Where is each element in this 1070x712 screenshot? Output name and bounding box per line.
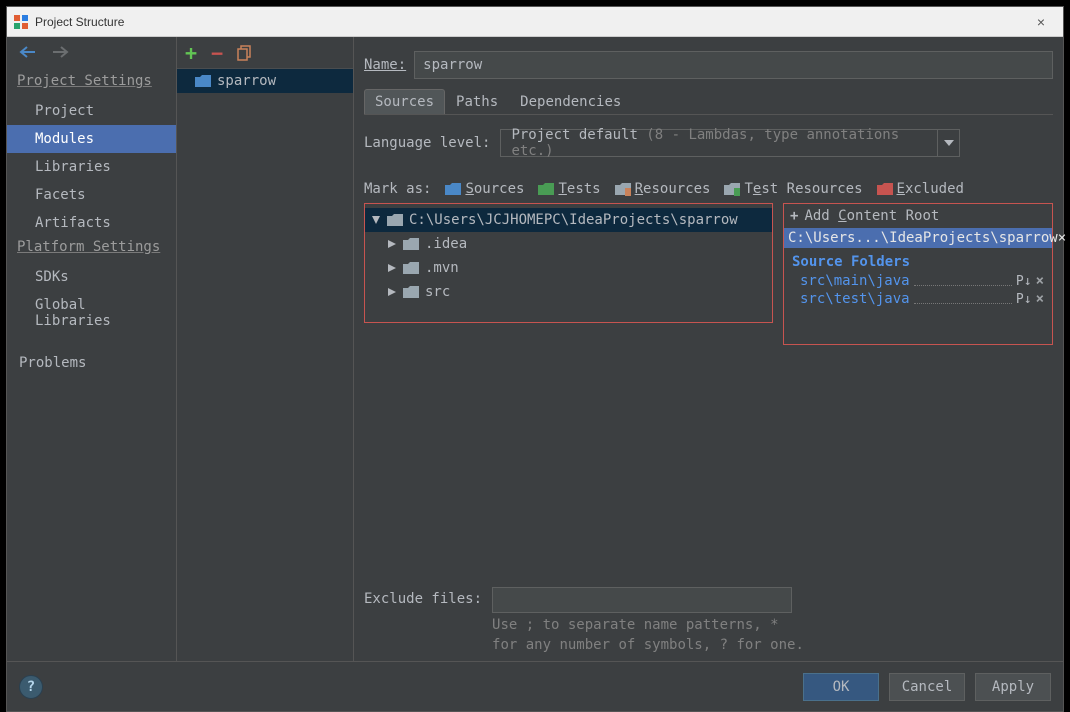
tree-row-idea[interactable]: .idea xyxy=(365,232,772,256)
nav-item-global-libraries[interactable]: Global Libraries xyxy=(7,291,176,335)
content-root-tree[interactable]: C:\Users\JCJHOMEPC\IdeaProjects\sparrow … xyxy=(364,203,773,323)
name-label: Name: xyxy=(364,57,406,73)
language-level-value: Project default (8 - Lambdas, type annot… xyxy=(501,127,936,159)
remove-source-folder-icon[interactable]: × xyxy=(1034,273,1046,289)
nav-item-sdks[interactable]: SDKs xyxy=(7,263,176,291)
remove-content-root-icon[interactable]: × xyxy=(1058,230,1066,246)
package-prefix-icon[interactable]: P↓ xyxy=(1016,292,1032,307)
module-name-input[interactable] xyxy=(414,51,1053,79)
exclude-hint-line2: for any number of symbols, ? for one. xyxy=(492,637,804,653)
folder-test-resources-icon xyxy=(724,182,740,196)
chevron-right-icon[interactable] xyxy=(387,288,397,296)
modules-list-panel: + − sparrow xyxy=(177,37,354,661)
tree-root-label: C:\Users\JCJHOMEPC\IdeaProjects\sparrow xyxy=(409,212,738,228)
content-root-path: C:\Users...\IdeaProjects\sparrow xyxy=(788,230,1058,246)
content-root-panel: + Add Content Root C:\Users...\IdeaProje… xyxy=(783,203,1053,345)
chevron-right-icon[interactable] xyxy=(387,240,397,248)
folder-icon xyxy=(387,213,403,227)
language-level-label: Language level: xyxy=(364,135,490,151)
tree-row-mvn[interactable]: .mvn xyxy=(365,256,772,280)
folder-icon xyxy=(403,261,419,275)
close-icon[interactable]: × xyxy=(1025,12,1057,32)
folder-icon xyxy=(195,74,211,88)
folder-sources-icon xyxy=(445,182,461,196)
tab-paths[interactable]: Paths xyxy=(445,89,509,114)
module-details-panel: Name: Sources Paths Dependencies Languag… xyxy=(354,37,1063,661)
window-title: Project Structure xyxy=(35,15,124,29)
tab-dependencies[interactable]: Dependencies xyxy=(509,89,632,114)
nav-item-project[interactable]: Project xyxy=(7,97,176,125)
package-prefix-icon[interactable]: P↓ xyxy=(1016,274,1032,289)
folder-excluded-icon xyxy=(877,182,893,196)
dialog-footer: ? OK Cancel Apply xyxy=(7,661,1063,711)
nav-item-modules[interactable]: Modules xyxy=(7,125,176,153)
remove-source-folder-icon[interactable]: × xyxy=(1034,291,1046,307)
tree-row-src[interactable]: src xyxy=(365,280,772,304)
mark-chip-excluded[interactable]: Excluded xyxy=(877,181,964,197)
nav-forward-icon xyxy=(51,45,69,59)
project-structure-window: Project Structure × Project Settings Pro… xyxy=(6,6,1064,712)
module-tabs: Sources Paths Dependencies xyxy=(364,89,1053,115)
source-folder-item[interactable]: src\test\java P↓ × xyxy=(784,290,1052,308)
chevron-down-icon[interactable] xyxy=(371,216,381,224)
folder-icon xyxy=(403,285,419,299)
nav-item-problems[interactable]: Problems xyxy=(7,349,176,377)
help-icon[interactable]: ? xyxy=(19,675,43,699)
folder-resources-icon xyxy=(615,182,631,196)
module-item-sparrow[interactable]: sparrow xyxy=(177,69,353,93)
app-icon xyxy=(13,14,29,30)
language-level-select[interactable]: Project default (8 - Lambdas, type annot… xyxy=(500,129,960,157)
tree-root-row[interactable]: C:\Users\JCJHOMEPC\IdeaProjects\sparrow xyxy=(365,208,772,232)
mark-chip-resources[interactable]: Resources xyxy=(615,181,711,197)
ok-button[interactable]: OK xyxy=(803,673,879,701)
source-folder-item[interactable]: src\main\java P↓ × xyxy=(784,272,1052,290)
exclude-files-input[interactable] xyxy=(492,587,792,613)
mark-chip-tests[interactable]: Tests xyxy=(538,181,600,197)
modules-toolbar: + − xyxy=(177,37,353,69)
nav-section-project-settings: Project Settings xyxy=(7,71,176,97)
nav-back-icon[interactable] xyxy=(19,45,37,59)
mark-as-row: Mark as: Sources Tests Resources xyxy=(364,181,1053,197)
chevron-right-icon[interactable] xyxy=(387,264,397,272)
left-sidebar: Project Settings Project Modules Librari… xyxy=(7,37,177,661)
add-content-root-button[interactable]: + Add Content Root xyxy=(784,204,1052,228)
tab-sources[interactable]: Sources xyxy=(364,89,445,114)
apply-button[interactable]: Apply xyxy=(975,673,1051,701)
nav-item-artifacts[interactable]: Artifacts xyxy=(7,209,176,237)
source-folders-heading: Source Folders xyxy=(784,248,1052,272)
copy-module-icon[interactable] xyxy=(237,45,253,61)
titlebar: Project Structure × xyxy=(7,7,1063,37)
folder-icon xyxy=(403,237,419,251)
nav-section-platform-settings: Platform Settings xyxy=(7,237,176,263)
add-module-icon[interactable]: + xyxy=(185,43,197,63)
nav-item-libraries[interactable]: Libraries xyxy=(7,153,176,181)
remove-module-icon[interactable]: − xyxy=(211,43,223,63)
folder-tests-icon xyxy=(538,182,554,196)
content-root-path-row[interactable]: C:\Users...\IdeaProjects\sparrow × xyxy=(784,228,1052,248)
exclude-files-label: Exclude files: xyxy=(364,587,482,607)
mark-chip-sources[interactable]: Sources xyxy=(445,181,524,197)
exclude-hint-line1: Use ; to separate name patterns, * xyxy=(492,617,804,633)
module-label: sparrow xyxy=(217,73,276,89)
nav-item-facets[interactable]: Facets xyxy=(7,181,176,209)
mark-chip-test-resources[interactable]: Test Resources xyxy=(724,181,862,197)
add-icon: + xyxy=(790,208,798,224)
chevron-down-icon xyxy=(937,130,960,156)
mark-as-label: Mark as: xyxy=(364,181,431,197)
cancel-button[interactable]: Cancel xyxy=(889,673,965,701)
